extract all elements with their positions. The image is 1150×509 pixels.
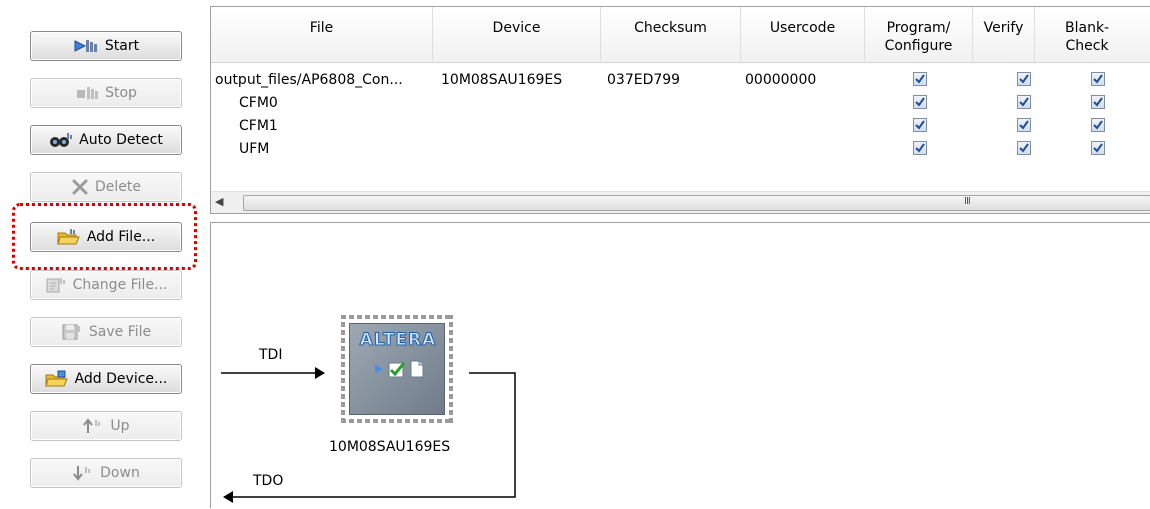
blank-check-checkbox[interactable] — [1091, 72, 1105, 86]
arrow-up-icon — [82, 417, 104, 435]
blank-check-checkbox[interactable] — [1091, 141, 1105, 155]
cell-checksum — [607, 92, 737, 114]
delete-button[interactable]: Delete — [30, 172, 182, 202]
cell-checksum: 037ED799 — [607, 72, 681, 88]
column-header-file[interactable]: File — [211, 7, 433, 63]
verify-checkbox[interactable] — [1017, 141, 1031, 155]
verify-check-icon — [388, 362, 406, 378]
cell-usercode — [745, 115, 865, 137]
table-row[interactable]: CFM1 — [211, 115, 1150, 137]
blank-page-icon — [410, 360, 424, 378]
chip-device-name: 10M08SAU169ES — [329, 439, 451, 455]
play-arrow-icon — [375, 364, 383, 374]
cell-device — [441, 138, 601, 160]
change-file-label: Change File... — [72, 277, 168, 293]
cell-usercode: 00000000 — [745, 72, 817, 88]
table-header: File Device Checksum Usercode Program/Co… — [211, 7, 1150, 63]
start-label: Start — [104, 38, 140, 54]
arrow-down-icon — [72, 464, 94, 482]
verify-checkbox[interactable] — [1017, 72, 1031, 86]
tdo-label: TDO — [253, 473, 284, 489]
add-device-folder-icon — [44, 370, 69, 388]
tdo-arrow-icon — [223, 491, 233, 503]
column-header-verify[interactable]: Verify — [973, 7, 1035, 63]
column-header-checksum[interactable]: Checksum — [601, 7, 741, 63]
stop-label: Stop — [105, 85, 137, 101]
up-button[interactable]: Up — [30, 411, 182, 441]
column-header-usercode[interactable]: Usercode — [741, 7, 865, 63]
program-checkbox[interactable] — [913, 141, 927, 155]
program-checkbox[interactable] — [913, 95, 927, 109]
column-header-device[interactable]: Device — [433, 7, 601, 63]
file-table: File Device Checksum Usercode Program/Co… — [210, 6, 1150, 214]
toolbar-panel: Start Stop Auto Detect Delete Add File..… — [0, 0, 205, 508]
scrollbar-thumb[interactable]: III — [243, 195, 1150, 211]
cell-device: 10M08SAU169ES — [441, 72, 563, 88]
column-header-blank-check[interactable]: Blank- Check — [1035, 7, 1150, 63]
blank-check-checkbox[interactable] — [1091, 95, 1105, 109]
jtag-chain-diagram: TDI TDO ALTERA 10M08SAU169ES — [210, 222, 1150, 508]
binoculars-icon — [49, 131, 73, 149]
tdi-arrow-icon — [315, 367, 325, 379]
blank-check-checkbox[interactable] — [1091, 118, 1105, 132]
add-file-highlight — [12, 203, 197, 270]
verify-checkbox[interactable] — [1017, 95, 1031, 109]
chip-body: ALTERA — [349, 323, 445, 415]
start-icon — [73, 37, 99, 55]
start-button[interactable]: Start — [30, 31, 182, 61]
stop-icon — [75, 84, 99, 102]
cell-device — [441, 92, 601, 114]
table-row[interactable]: UFM — [211, 138, 1150, 160]
cell-usercode — [745, 138, 865, 160]
down-label: Down — [100, 465, 140, 481]
scrollbar-grip: III — [964, 196, 971, 207]
cell-usercode — [745, 92, 865, 114]
cell-file: CFM1 — [239, 118, 278, 134]
table-row[interactable]: CFM0 — [211, 92, 1150, 114]
program-checkbox[interactable] — [913, 72, 927, 86]
chip-operation-icons — [374, 360, 424, 378]
verify-checkbox[interactable] — [1017, 118, 1031, 132]
device-chip[interactable]: ALTERA — [341, 315, 453, 423]
cell-file: CFM0 — [239, 95, 278, 111]
horizontal-scrollbar[interactable]: ◀ III — [211, 191, 1150, 213]
delete-label: Delete — [95, 179, 141, 195]
scroll-left-arrow-icon[interactable]: ◀ — [215, 195, 223, 208]
cell-checksum — [607, 138, 737, 160]
add-device-label: Add Device... — [74, 371, 168, 387]
cell-checksum — [607, 115, 737, 137]
floppy-disk-icon — [61, 323, 83, 341]
table-row[interactable]: output_files/AP6808_Con... 10M08SAU169ES 0… — [211, 69, 1150, 91]
altera-logo: ALTERA — [359, 330, 437, 351]
auto-detect-label: Auto Detect — [79, 132, 163, 148]
cell-device — [441, 115, 601, 137]
stop-button[interactable]: Stop — [30, 78, 182, 108]
up-label: Up — [110, 418, 130, 434]
down-button[interactable]: Down — [30, 458, 182, 488]
program-checkbox[interactable] — [913, 118, 927, 132]
column-header-program-configure[interactable]: Program/Configure — [865, 7, 973, 63]
tdi-label: TDI — [259, 347, 283, 363]
delete-x-icon — [71, 178, 89, 196]
change-file-button[interactable]: Change File... — [30, 270, 182, 300]
auto-detect-button[interactable]: Auto Detect — [30, 125, 182, 155]
cell-file: output_files/AP6808_Con... — [215, 72, 403, 88]
add-device-button[interactable]: Add Device... — [30, 364, 182, 394]
cell-file: UFM — [239, 141, 270, 157]
change-file-icon — [45, 276, 67, 294]
save-file-button[interactable]: Save File — [30, 317, 182, 347]
save-file-label: Save File — [88, 324, 152, 340]
